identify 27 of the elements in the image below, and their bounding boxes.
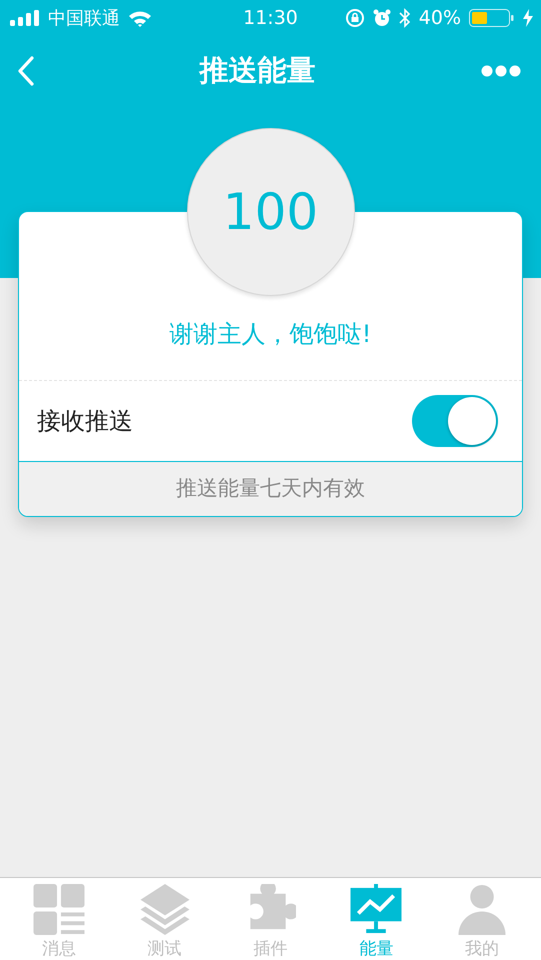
tab-item[interactable]: 消息	[14, 878, 104, 960]
battery-percent: 40%	[418, 7, 461, 29]
thanks-message: 谢谢主人，饱饱哒!	[170, 319, 372, 350]
chart-board-icon	[350, 884, 402, 935]
back-icon[interactable]	[18, 56, 34, 86]
person-icon	[456, 884, 508, 935]
validity-note: 推送能量七天内有效	[176, 476, 365, 500]
grid-icon	[32, 884, 85, 935]
alarm-icon	[372, 9, 391, 27]
clock-time: 11:30	[242, 7, 299, 29]
carrier-name: 中国联通	[48, 7, 120, 30]
push-label: 接收推送	[37, 406, 133, 437]
more-icon[interactable]	[481, 65, 521, 77]
tab-item[interactable]: 测试	[120, 878, 210, 960]
tab-item[interactable]: 能量	[331, 878, 422, 960]
battery-icon	[469, 9, 515, 27]
rotation-lock-icon	[344, 8, 365, 28]
page-title: 推送能量	[200, 52, 316, 89]
bluetooth-icon	[398, 8, 411, 28]
energy-value: 100	[222, 183, 318, 241]
signal-icon	[10, 10, 40, 26]
layers-icon	[140, 884, 190, 935]
wifi-icon	[128, 10, 152, 26]
push-toggle[interactable]	[412, 395, 498, 447]
tab-item[interactable]: 插件	[225, 878, 316, 960]
charging-icon	[523, 9, 533, 27]
tab-item[interactable]: 我的	[437, 878, 528, 960]
